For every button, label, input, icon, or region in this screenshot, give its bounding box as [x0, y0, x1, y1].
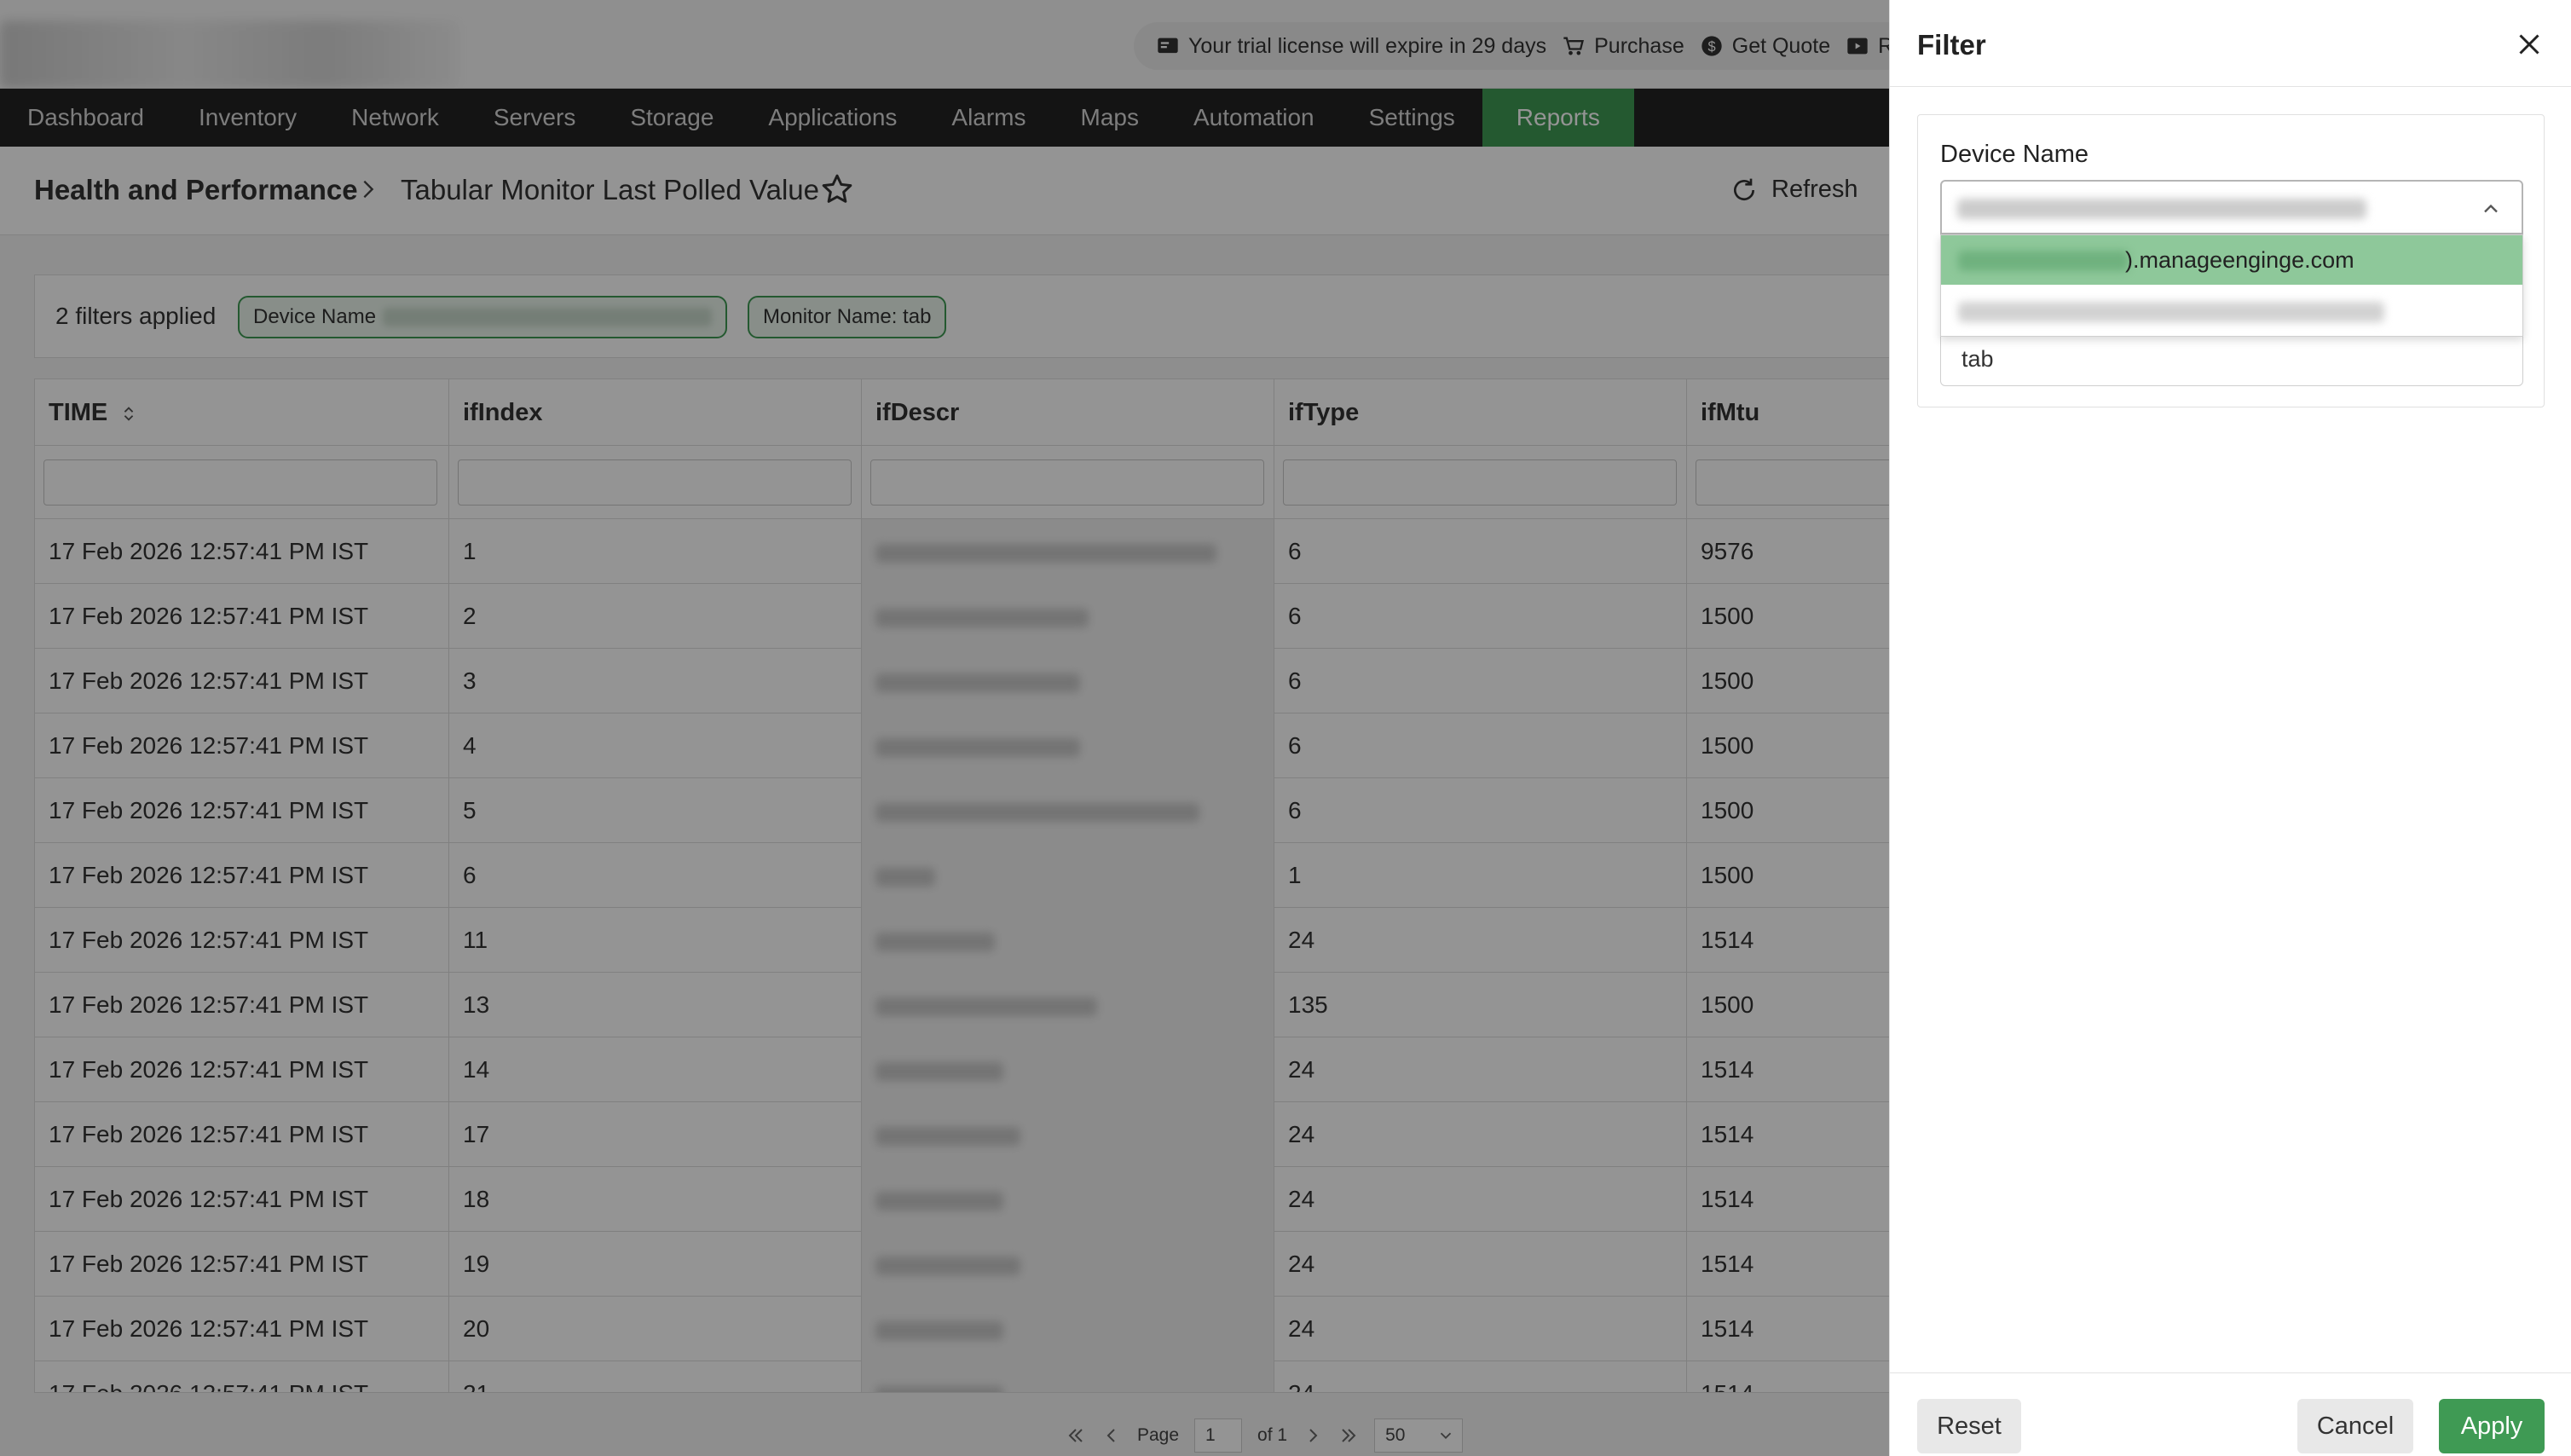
- device-name-label: Device Name: [1940, 141, 2089, 168]
- modal-backdrop[interactable]: [0, 0, 1889, 1456]
- monitor-name-value: tab: [1961, 346, 1994, 372]
- cancel-button[interactable]: Cancel: [2297, 1399, 2413, 1453]
- device-option-selected[interactable]: ).manageenginge.com: [1941, 235, 2522, 285]
- filter-fields-card: Device Name tab ).manageenginge.com: [1917, 114, 2545, 407]
- redacted-option-prefix: [1958, 251, 2129, 271]
- chevron-up-icon: [2484, 204, 2498, 213]
- reset-button[interactable]: Reset: [1917, 1399, 2021, 1453]
- device-name-dropdown: ).manageenginge.com: [1940, 234, 2523, 337]
- filter-panel-title: Filter: [1917, 29, 1986, 61]
- monitor-name-select[interactable]: tab: [1940, 328, 2523, 386]
- device-option-text: ).manageenginge.com: [2125, 247, 2354, 273]
- filter-panel-footer: Reset Cancel Apply: [1890, 1372, 2571, 1456]
- apply-button[interactable]: Apply: [2439, 1399, 2545, 1453]
- filter-panel-header: Filter: [1890, 0, 2571, 87]
- device-option[interactable]: [1941, 286, 2522, 336]
- filter-panel: Filter Device Name tab ).manageenginge.c…: [1889, 0, 2571, 1456]
- close-icon[interactable]: [2514, 29, 2545, 60]
- device-name-select[interactable]: [1940, 180, 2523, 234]
- redacted-option-name: [1958, 302, 2384, 322]
- redacted-selected-device: [1957, 199, 2366, 219]
